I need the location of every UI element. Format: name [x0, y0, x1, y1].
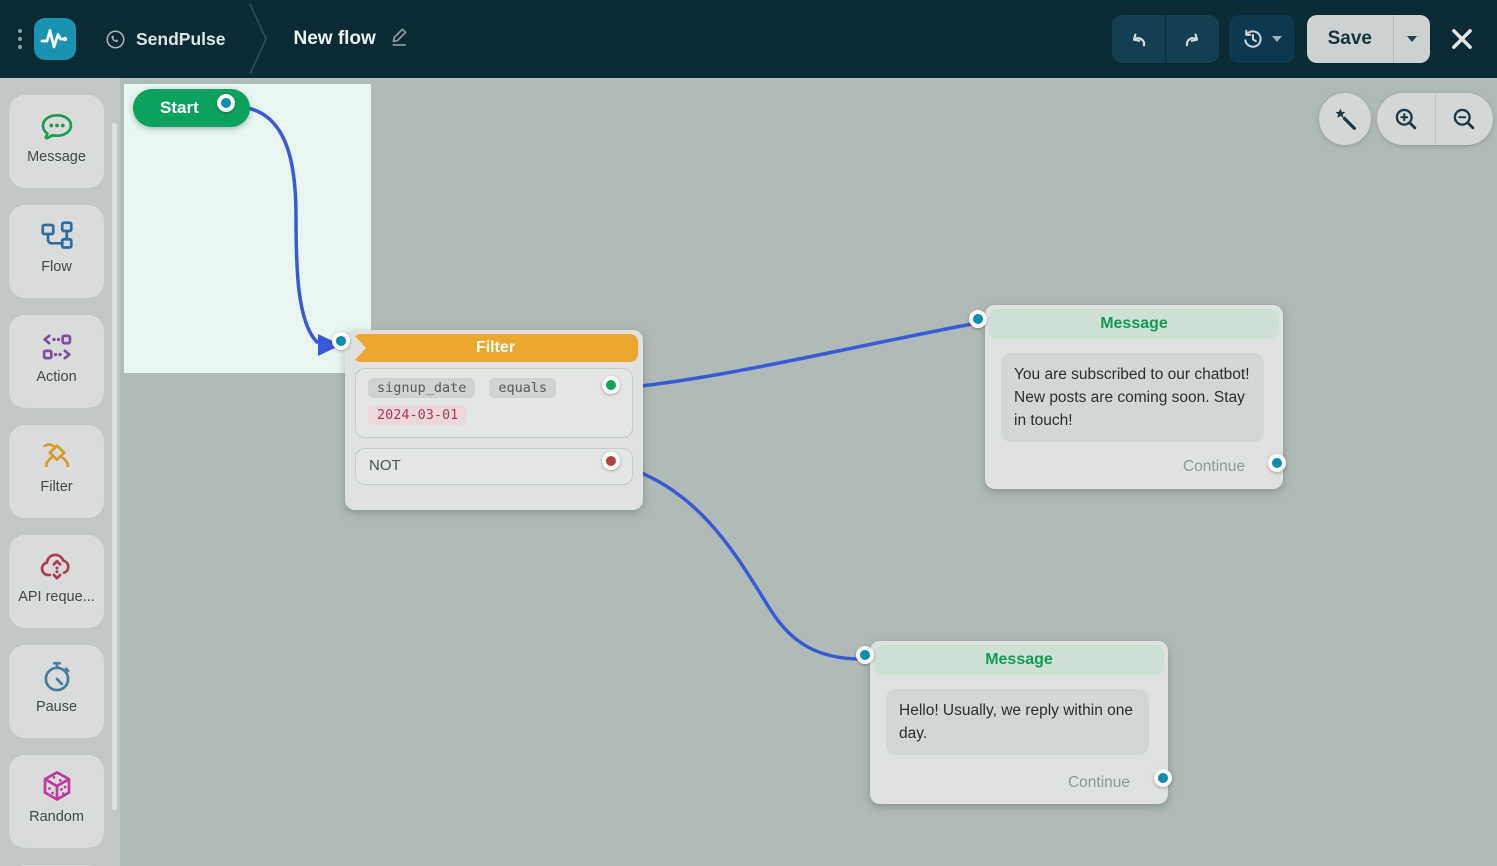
undo-button[interactable] [1112, 15, 1165, 63]
zoom-out-icon [1450, 105, 1478, 133]
sidebar-item-label: API reque... [18, 589, 95, 605]
close-button[interactable] [1447, 24, 1477, 54]
continue-label: Continue [1183, 458, 1245, 476]
save-button[interactable]: Save [1307, 15, 1393, 63]
message-node-header: Message [989, 309, 1279, 339]
start-node[interactable]: Start [133, 89, 250, 127]
condition-field-chip: signup_date [368, 378, 475, 398]
message-bottom-input-port[interactable] [856, 646, 874, 664]
chevron-down-icon [1272, 36, 1282, 42]
save-split-button: Save [1307, 15, 1430, 63]
flow-tree-icon [39, 218, 75, 256]
zoom-out-button[interactable] [1436, 93, 1494, 145]
filter-node-title: Filter [476, 339, 515, 357]
kebab-menu-icon[interactable] [18, 29, 22, 49]
breadcrumb-channel[interactable]: SendPulse [104, 28, 225, 51]
flow-title: New flow [293, 28, 375, 50]
sidebar-scrollbar[interactable] [112, 123, 117, 810]
whatsapp-icon [104, 28, 127, 51]
zoom-in-icon [1392, 105, 1420, 133]
condition-operator-chip: equals [489, 378, 556, 398]
filter-condition-row[interactable]: signup_date equals 2024-03-01 [355, 368, 633, 438]
start-output-port[interactable] [217, 94, 235, 112]
api-cloud-icon [39, 548, 75, 586]
filter-not-label: NOT [356, 449, 632, 474]
filter-true-port[interactable] [602, 376, 620, 394]
continue-label: Continue [1068, 774, 1130, 792]
filter-branch-icon [39, 438, 75, 476]
message-node-title: Message [985, 651, 1053, 669]
sidebar-item-label: Filter [40, 479, 72, 495]
magic-wand-icon [1330, 104, 1360, 134]
filter-input-port[interactable] [332, 332, 350, 350]
chat-bubble-icon [39, 108, 75, 146]
start-step-highlight [124, 84, 371, 373]
breadcrumb-separator [245, 0, 271, 78]
channel-name: SendPulse [136, 29, 225, 50]
top-bar: SendPulse New flow [0, 0, 1497, 78]
sidebar-item-action[interactable]: Action [9, 315, 104, 408]
filter-not-row[interactable]: NOT [355, 448, 633, 485]
sidebar-item-flow[interactable]: Flow [9, 205, 104, 298]
stopwatch-icon [39, 658, 75, 696]
sidebar-item-label: Pause [36, 699, 77, 715]
sidebar-item-label: Random [29, 809, 84, 825]
filter-node-header: Filter [353, 334, 638, 362]
redo-icon [1180, 27, 1205, 52]
sidebar-item-label: Flow [41, 259, 72, 275]
message-bubble: You are subscribed to our chatbot! New p… [1001, 353, 1264, 442]
message-top-input-port[interactable] [969, 310, 987, 328]
history-icon [1241, 27, 1265, 51]
sidebar-item-filter[interactable]: Filter [9, 425, 104, 518]
action-transfer-icon [39, 328, 75, 366]
sidebar-item-api-request[interactable]: API reque... [9, 535, 104, 628]
message-node-header: Message [874, 645, 1164, 675]
close-icon [1447, 24, 1477, 54]
sidebar-item-label: Action [36, 369, 76, 385]
message-bottom-continue-port[interactable] [1154, 769, 1172, 787]
chevron-down-icon [1407, 36, 1417, 42]
message-node-bottom[interactable]: Message Hello! Usually, we reply within … [870, 641, 1168, 804]
start-node-label: Start [160, 98, 199, 118]
dice-icon [39, 768, 75, 806]
redo-button[interactable] [1166, 15, 1219, 63]
undo-icon [1126, 27, 1151, 52]
save-label: Save [1328, 28, 1372, 50]
message-node-title: Message [1100, 315, 1168, 333]
filter-node[interactable]: Filter signup_date equals 2024-03-01 NOT [345, 330, 643, 510]
sidebar-item-random[interactable]: Random [9, 755, 104, 848]
undo-redo-group [1112, 15, 1219, 63]
history-button[interactable] [1229, 15, 1295, 63]
message-top-continue-port[interactable] [1268, 454, 1286, 472]
message-node-top[interactable]: Message You are subscribed to our chatbo… [985, 305, 1283, 489]
save-dropdown-button[interactable] [1394, 15, 1430, 63]
zoom-in-button[interactable] [1377, 93, 1435, 145]
filter-false-port[interactable] [602, 452, 620, 470]
condition-value-chip: 2024-03-01 [368, 405, 467, 425]
pencil-edit-icon[interactable] [389, 26, 410, 52]
sidebar-item-message[interactable]: Message [9, 95, 104, 188]
zoom-controls [1377, 93, 1493, 145]
sidebar-item-pause[interactable]: Pause [9, 645, 104, 738]
magic-wand-button[interactable] [1319, 93, 1371, 145]
element-sidebar: Message Flow [0, 78, 120, 866]
sendpulse-logo [34, 18, 76, 60]
message-bubble: Hello! Usually, we reply within one day. [886, 689, 1149, 755]
flow-builder-app: SendPulse New flow [0, 0, 1497, 866]
sidebar-item-label: Message [27, 149, 86, 165]
